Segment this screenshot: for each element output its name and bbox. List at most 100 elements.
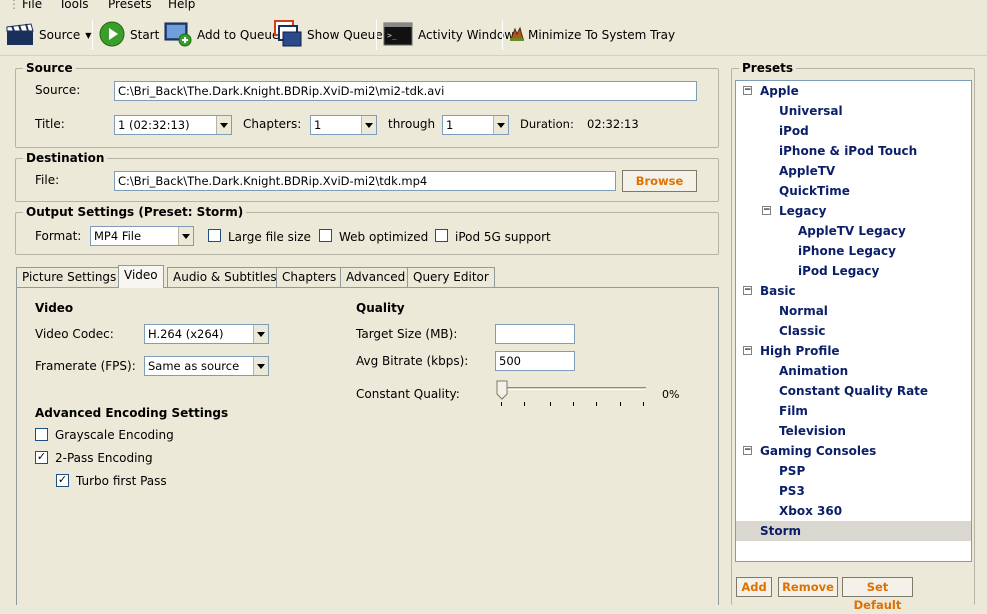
add-preset-button[interactable]: Add <box>736 577 772 597</box>
preset-item[interactable]: Constant Quality Rate <box>736 381 971 401</box>
preset-item[interactable]: Storm <box>736 521 971 541</box>
preset-item[interactable]: Xbox 360 <box>736 501 971 521</box>
chapter-end-value: 1 <box>446 118 454 132</box>
preset-item[interactable]: Classic <box>736 321 971 341</box>
preset-item-label: Gaming Consoles <box>760 444 877 458</box>
large-file-checkbox[interactable] <box>208 229 221 242</box>
clapperboard-icon <box>6 22 34 49</box>
menu-file[interactable]: File <box>22 0 42 11</box>
two-pass-checkbox[interactable]: ✓ <box>35 451 48 464</box>
show-queue-button[interactable]: Show Queue <box>274 19 383 50</box>
preset-item-label: Film <box>779 404 808 418</box>
title-select[interactable]: 1 (02:32:13) <box>114 115 232 135</box>
preset-item[interactable]: PS3 <box>736 481 971 501</box>
activity-window-label: Activity Window <box>418 28 515 42</box>
activity-window-button[interactable]: >_ Activity Window <box>383 20 514 50</box>
framerate-label: Framerate (FPS): <box>35 359 136 373</box>
preset-item[interactable]: Universal <box>736 101 971 121</box>
tab-advanced[interactable]: Advanced <box>340 267 412 287</box>
turbo-first-pass-checkbox[interactable]: ✓ <box>56 474 69 487</box>
duration-value: 02:32:13 <box>587 117 639 131</box>
preset-item-label: iPhone Legacy <box>798 244 896 258</box>
through-label: through <box>388 117 436 131</box>
tab-video[interactable]: Video <box>118 265 164 288</box>
preset-item[interactable]: − Legacy <box>736 201 971 221</box>
preset-item[interactable]: − Basic <box>736 281 971 301</box>
toolbar-separator <box>376 20 377 50</box>
format-select-value: MP4 File <box>94 229 142 243</box>
constant-quality-label: Constant Quality: <box>356 387 460 401</box>
browse-button[interactable]: Browse <box>622 170 697 192</box>
slider-tick <box>524 402 525 406</box>
constant-quality-slider-thumb[interactable] <box>496 380 508 403</box>
source-button[interactable]: Source ▼ <box>6 20 91 50</box>
preset-item-label: QuickTime <box>779 184 850 198</box>
preset-item[interactable]: iPod Legacy <box>736 261 971 281</box>
preset-item[interactable]: PSP <box>736 461 971 481</box>
add-to-queue-label: Add to Queue <box>197 28 280 42</box>
menu-presets[interactable]: Presets <box>108 0 152 11</box>
slider-tick <box>573 402 574 406</box>
tab-query-editor[interactable]: Query Editor <box>407 267 495 287</box>
preset-item-label: Television <box>779 424 846 438</box>
remove-preset-button[interactable]: Remove <box>778 577 838 597</box>
preset-item-label: Xbox 360 <box>779 504 843 518</box>
preset-item-label: High Profile <box>760 344 840 358</box>
collapse-icon[interactable]: − <box>743 346 752 355</box>
minimize-tray-button[interactable]: Minimize To System Tray <box>508 20 675 50</box>
preset-item[interactable]: iPhone & iPod Touch <box>736 141 971 161</box>
web-optimized-checkbox[interactable] <box>319 229 332 242</box>
grayscale-checkbox[interactable] <box>35 428 48 441</box>
source-group-title: Source <box>23 61 76 75</box>
add-to-queue-button[interactable]: Add to Queue <box>164 20 279 50</box>
slider-tick <box>501 402 502 406</box>
preset-item[interactable]: Television <box>736 421 971 441</box>
menu-tools[interactable]: Tools <box>59 0 89 11</box>
preset-item-label: PS3 <box>779 484 805 498</box>
tab-picture-settings[interactable]: Picture Settings <box>16 267 123 287</box>
preset-item[interactable]: − Apple <box>736 81 971 101</box>
target-size-label: Target Size (MB): <box>356 327 458 341</box>
format-select[interactable]: MP4 File <box>90 226 194 246</box>
play-icon <box>99 21 125 50</box>
preset-item[interactable]: QuickTime <box>736 181 971 201</box>
collapse-icon[interactable]: − <box>743 86 752 95</box>
video-codec-select[interactable]: H.264 (x264) <box>144 324 269 344</box>
preset-item[interactable]: Normal <box>736 301 971 321</box>
preset-item[interactable]: AppleTV <box>736 161 971 181</box>
preset-item-label: Normal <box>779 304 828 318</box>
start-button[interactable]: Start <box>99 20 159 50</box>
preset-item[interactable]: iPhone Legacy <box>736 241 971 261</box>
preset-item[interactable]: − High Profile <box>736 341 971 361</box>
target-size-input[interactable] <box>495 324 575 344</box>
collapse-icon[interactable]: − <box>743 286 752 295</box>
preset-item[interactable]: AppleTV Legacy <box>736 221 971 241</box>
menu-help[interactable]: Help <box>168 0 195 11</box>
preset-item-label: iPhone & iPod Touch <box>779 144 918 158</box>
set-default-button[interactable]: Set Default <box>842 577 913 612</box>
avg-bitrate-input[interactable]: 500 <box>495 351 575 371</box>
constant-quality-track[interactable] <box>500 387 646 390</box>
preset-item-label: Apple <box>760 84 799 98</box>
presets-title: Presets <box>739 61 797 75</box>
preset-item[interactable]: Animation <box>736 361 971 381</box>
presets-tree[interactable]: − Apple Universal iPod iPhone & iPod Touch Ap… <box>735 80 972 562</box>
preset-item[interactable]: iPod <box>736 121 971 141</box>
preset-item[interactable]: − Gaming Consoles <box>736 441 971 461</box>
chapter-end-select[interactable]: 1 <box>442 115 509 135</box>
source-path-input[interactable]: C:\Bri_Back\The.Dark.Knight.BDRip.XviD-m… <box>114 81 697 101</box>
collapse-icon[interactable]: − <box>762 206 771 215</box>
slider-tick <box>643 402 644 406</box>
framerate-select[interactable]: Same as source <box>144 356 269 376</box>
collapse-icon[interactable]: − <box>743 446 752 455</box>
destination-file-input[interactable]: C:\Bri_Back\The.Dark.Knight.BDRip.XviD-m… <box>114 171 616 191</box>
tab-chapters[interactable]: Chapters <box>276 267 343 287</box>
chapter-start-select[interactable]: 1 <box>310 115 377 135</box>
chevron-down-icon <box>253 357 268 375</box>
tab-audio-subtitles[interactable]: Audio & Subtitles <box>167 267 283 287</box>
chapter-start-value: 1 <box>314 118 322 132</box>
preset-item[interactable]: Film <box>736 401 971 421</box>
web-optimized-label: Web optimized <box>339 230 429 244</box>
chevron-down-icon <box>216 116 231 134</box>
ipod-5g-checkbox[interactable] <box>435 229 448 242</box>
